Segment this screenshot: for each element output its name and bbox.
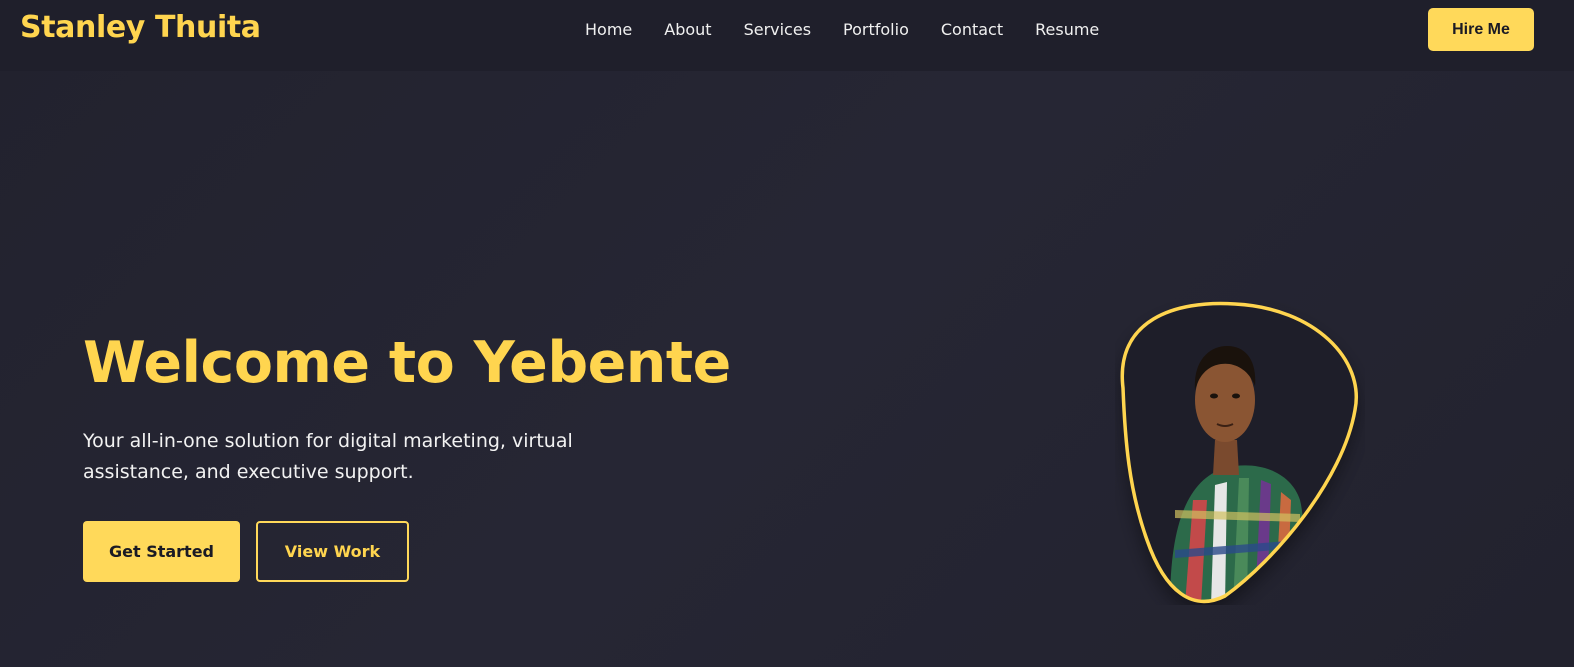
- hero-title: Welcome to Yebente: [83, 330, 731, 396]
- top-navbar: Stanley Thuita Home About Services Portf…: [0, 0, 1574, 71]
- nav-link-resume[interactable]: Resume: [1035, 18, 1099, 42]
- nav-link-contact[interactable]: Contact: [941, 18, 1003, 42]
- nav-link-portfolio[interactable]: Portfolio: [843, 18, 909, 42]
- main-nav: Home About Services Portfolio Contact Re…: [585, 18, 1099, 42]
- nav-link-services[interactable]: Services: [744, 18, 811, 42]
- site-logo[interactable]: Stanley Thuita: [20, 10, 261, 45]
- nav-link-home[interactable]: Home: [585, 18, 632, 42]
- get-started-button[interactable]: Get Started: [83, 521, 240, 582]
- view-work-button[interactable]: View Work: [256, 521, 409, 582]
- hire-me-button[interactable]: Hire Me: [1428, 8, 1534, 51]
- hero-subtitle: Your all-in-one solution for digital mar…: [83, 430, 573, 483]
- nav-link-about[interactable]: About: [664, 18, 711, 42]
- portrait-image: [1120, 301, 1358, 604]
- profile-portrait: [1115, 300, 1365, 605]
- page: Stanley Thuita Home About Services Portf…: [0, 0, 1574, 667]
